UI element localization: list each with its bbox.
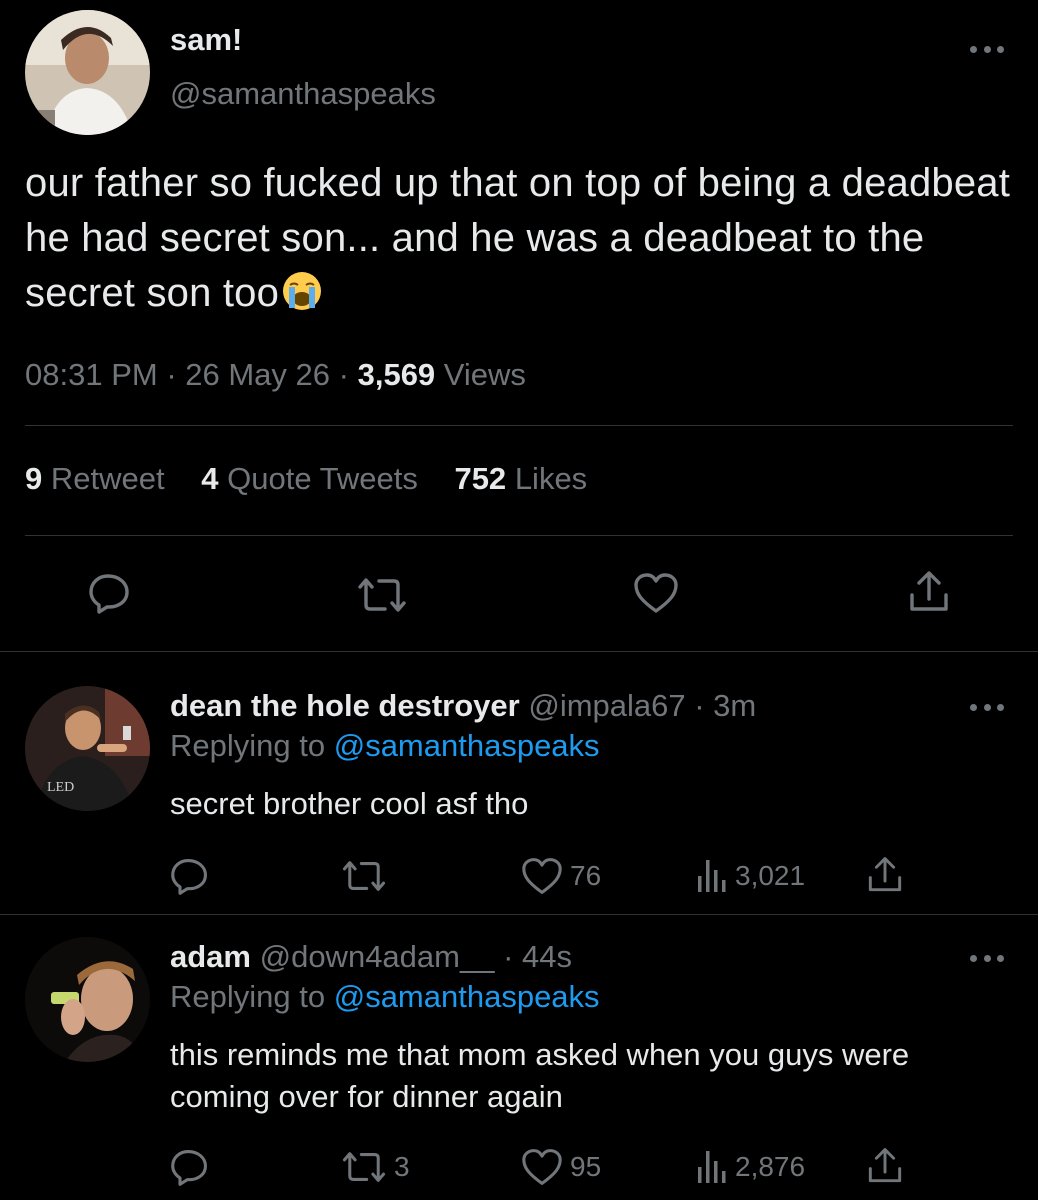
author-avatar[interactable] bbox=[25, 10, 150, 135]
tweet-time[interactable]: 08:31 PM bbox=[25, 357, 158, 392]
meta-separator: · bbox=[338, 357, 358, 392]
reply-retweet-count: 3 bbox=[394, 1151, 410, 1182]
meta-separator: · bbox=[166, 357, 186, 392]
heart-icon bbox=[522, 1149, 562, 1185]
reply-action-reply[interactable] bbox=[170, 856, 216, 896]
share-icon[interactable] bbox=[907, 569, 951, 615]
more-options-icon[interactable] bbox=[970, 951, 1004, 965]
comment-bubble-icon bbox=[171, 859, 207, 895]
share-icon bbox=[868, 857, 902, 892]
retweet-icon bbox=[342, 861, 386, 891]
reply-action-retweet[interactable]: 3 bbox=[340, 1149, 410, 1185]
reply-like-count: 95 bbox=[570, 1151, 602, 1182]
tweet-views-count: 3,569 bbox=[357, 357, 436, 392]
reply-header: adam @down4adam__ · 44s Replying to @sam… bbox=[170, 938, 600, 1016]
quotes-count: 4 bbox=[201, 461, 219, 496]
reply-text: secret brother cool asf tho bbox=[170, 786, 529, 821]
reply-views-count: 2,876 bbox=[735, 1151, 806, 1182]
likes-label: Likes bbox=[514, 461, 588, 496]
reply-age[interactable]: · 3m bbox=[694, 688, 756, 723]
share-icon bbox=[868, 1148, 902, 1183]
reply-action-like[interactable]: 95 bbox=[520, 1147, 601, 1187]
replying-to: Replying to @samanthaspeaks bbox=[170, 978, 600, 1016]
reply-action-like[interactable]: 76 bbox=[520, 856, 601, 896]
heart-icon bbox=[522, 858, 562, 894]
retweet-icon bbox=[342, 1152, 386, 1182]
reply-age[interactable]: · 44s bbox=[503, 939, 572, 974]
reply-views-count: 3,021 bbox=[735, 860, 806, 891]
reply-action-share[interactable] bbox=[866, 1146, 910, 1186]
more-options-icon[interactable] bbox=[970, 700, 1004, 714]
reply-display-name[interactable]: adam bbox=[170, 939, 251, 974]
replying-to-link[interactable]: @samanthaspeaks bbox=[334, 979, 600, 1014]
reply-header: dean the hole destroyer @impala67 · 3m R… bbox=[170, 687, 756, 765]
comment-bubble-icon bbox=[171, 1150, 207, 1186]
author-handle[interactable]: @samanthaspeaks bbox=[170, 76, 436, 112]
reply-display-name[interactable]: dean the hole destroyer bbox=[170, 688, 520, 723]
reply-action-views[interactable]: 3,021 bbox=[695, 856, 805, 896]
tweet-stats: 9 Retweet 4 Quote Tweets 752 Likes bbox=[25, 461, 615, 497]
retweet-icon[interactable] bbox=[355, 575, 409, 615]
reply-action-views[interactable]: 2,876 bbox=[695, 1147, 805, 1187]
tweet-date[interactable]: 26 May 26 bbox=[185, 357, 330, 392]
reply-text: this reminds me that mom asked when you … bbox=[170, 1037, 910, 1114]
likes-count: 752 bbox=[454, 461, 507, 496]
replying-to-prefix: Replying to bbox=[170, 979, 326, 1014]
heart-icon[interactable] bbox=[632, 571, 680, 615]
tweet-text-content: our father so fucked up that on top of b… bbox=[25, 161, 1011, 315]
views-bar-chart-icon bbox=[698, 860, 726, 892]
divider bbox=[0, 651, 1038, 652]
tweet-text: our father so fucked up that on top of b… bbox=[25, 156, 1015, 321]
tweet-views-label: Views bbox=[443, 357, 526, 392]
reply-action-reply[interactable] bbox=[170, 1147, 216, 1187]
loudly-crying-face-emoji bbox=[283, 272, 322, 310]
reply-handle[interactable]: @down4adam__ bbox=[260, 939, 495, 974]
tweet-meta: 08:31 PM · 26 May 26 · 3,569 Views bbox=[25, 357, 526, 393]
comment-bubble-icon[interactable] bbox=[88, 571, 132, 615]
reply-like-count: 76 bbox=[570, 860, 602, 891]
quotes-stat[interactable]: 4 Quote Tweets bbox=[201, 461, 418, 496]
retweets-label: Retweet bbox=[50, 461, 165, 496]
quotes-label: Quote Tweets bbox=[227, 461, 418, 496]
reply-avatar[interactable] bbox=[25, 937, 150, 1062]
svg-text:LED: LED bbox=[47, 780, 74, 795]
likes-stat[interactable]: 752 Likes bbox=[454, 461, 587, 496]
replying-to: Replying to @samanthaspeaks bbox=[170, 727, 756, 765]
divider bbox=[25, 425, 1013, 426]
reply-action-retweet[interactable] bbox=[340, 858, 394, 894]
divider bbox=[0, 914, 1038, 915]
retweets-stat[interactable]: 9 Retweet bbox=[25, 461, 165, 496]
author-display-name[interactable]: sam! bbox=[170, 22, 242, 58]
views-bar-chart-icon bbox=[698, 1151, 726, 1183]
more-options-icon[interactable] bbox=[970, 42, 1004, 56]
replying-to-link[interactable]: @samanthaspeaks bbox=[334, 728, 600, 763]
reply-avatar[interactable]: LED bbox=[25, 686, 150, 811]
divider bbox=[25, 535, 1013, 536]
replying-to-prefix: Replying to bbox=[170, 728, 326, 763]
reply-handle[interactable]: @impala67 bbox=[528, 688, 685, 723]
retweets-count: 9 bbox=[25, 461, 43, 496]
reply-action-share[interactable] bbox=[866, 855, 910, 895]
